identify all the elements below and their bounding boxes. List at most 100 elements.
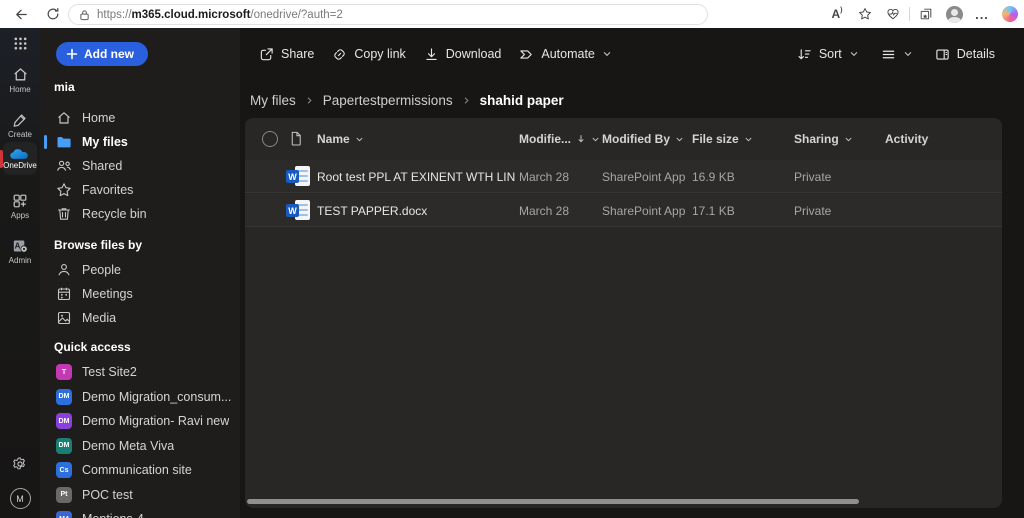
gear-icon [13,457,26,470]
command-bar: Share Copy link Download Automate Sort D… [250,40,1004,68]
rail-settings-button[interactable] [0,456,40,472]
word-logo: W [286,204,299,217]
sidebar-item-label: My files [82,135,128,149]
star-icon [859,8,871,20]
file-row-test-papper[interactable]: W TEST PAPPER.docx March 28 SharePoint A… [245,194,1002,227]
automate-button[interactable]: Automate [510,42,621,67]
home-icon [13,68,27,81]
share-button[interactable]: Share [250,42,323,67]
copilot-button[interactable] [998,3,1022,25]
column-label: Modified By [602,132,670,146]
favorites-star-button[interactable] [853,3,877,25]
details-button[interactable]: Details [926,42,1004,67]
column-header-modified[interactable]: Modifie... [519,118,600,160]
breadcrumb-my-files[interactable]: My files [250,93,296,108]
file-modified: March 28 [519,203,570,218]
rail-item-create[interactable]: Create [0,112,40,139]
site-avatar: DM [56,437,72,454]
active-indicator [44,135,47,149]
download-button[interactable]: Download [415,42,511,67]
browser-settings-more-button[interactable]: ... [970,3,994,25]
rail-item-label: Apps [10,211,30,220]
sort-descending-arrow-icon [576,134,586,144]
rail-account-button[interactable]: M [0,488,40,509]
waffle-menu-button[interactable] [0,36,40,51]
share-label: Share [281,47,315,61]
main-content: Share Copy link Download Automate Sort D… [240,28,1024,518]
column-header-file-size[interactable]: File size [692,118,753,160]
star-icon [57,183,71,197]
quick-access-label: Test Site2 [82,365,137,379]
address-bar[interactable]: https://m365.cloud.microsoft/onedrive/?a… [68,4,708,25]
rail-item-apps[interactable]: Apps [0,193,40,220]
quick-access-item-demo-migration-ravi[interactable]: DM Demo Migration- Ravi new [40,409,240,433]
quick-access-item-demo-migration-consum[interactable]: DM Demo Migration_consum... [40,385,240,409]
account-avatar: M [9,488,31,509]
column-header-sharing[interactable]: Sharing [794,118,853,160]
heart-pulse-icon [887,9,899,20]
file-name: Root test PPL AT EXINENT WTH LINK CAN... [317,169,515,184]
quick-access-item-demo-meta-viva[interactable]: DM Demo Meta Viva [40,434,240,458]
column-header-modified-by[interactable]: Modified By [602,118,684,160]
select-all-checkbox[interactable] [262,131,278,147]
folder-icon [57,137,71,148]
sidebar-item-favorites[interactable]: Favorites [40,178,240,202]
quick-access-item-test-site2[interactable]: T Test Site2 [40,360,240,384]
sidebar-item-shared[interactable]: Shared [40,154,240,178]
person-icon [58,264,70,276]
quick-access-item-mentions-4[interactable]: M4 Mentions-4 [40,507,240,518]
back-arrow-icon [15,9,27,19]
breadcrumb-current-folder[interactable]: shahid paper [480,93,564,108]
file-type-column-icon[interactable] [289,131,303,151]
sidebar-item-meetings[interactable]: Meetings [40,282,240,306]
rail-item-home[interactable]: Home [0,66,40,94]
sidebar-item-my-files[interactable]: My files [40,130,240,154]
rail-item-admin[interactable]: A Admin [0,238,40,265]
browser-refresh-button[interactable] [40,3,66,25]
quick-access-item-poc-test[interactable]: Pt POC test [40,483,240,507]
column-header-name[interactable]: Name [317,118,364,160]
browser-essentials-button[interactable] [881,3,905,25]
add-new-button[interactable]: Add new [56,42,148,66]
browser-back-button[interactable] [8,3,34,25]
account-section-header: mia [54,80,75,94]
sort-button[interactable]: Sort [788,42,868,67]
sort-label: Sort [818,47,842,61]
site-avatar: DM [56,388,72,405]
profile-avatar-icon [945,5,963,23]
admin-icon: A [13,240,28,253]
view-options-button[interactable] [872,42,922,67]
copy-link-button[interactable]: Copy link [323,42,414,67]
quick-access-label: Demo Migration- Ravi new [82,414,230,428]
copilot-icon [1002,6,1018,22]
sidebar: Add new mia Home My files Shared Favorit… [40,28,240,518]
column-label: File size [692,132,739,146]
sidebar-item-label: People [82,263,121,277]
url-host: m365.cloud.microsoft [131,8,251,21]
onedrive-window: https://m365.cloud.microsoft/onedrive/?a… [0,0,1024,518]
automate-icon [520,49,533,59]
word-file-icon: W [286,166,310,187]
command-bar-right: Sort Details [788,42,1004,67]
sidebar-item-label: Recycle bin [82,207,147,221]
horizontal-scrollbar[interactable] [247,499,859,504]
sidebar-item-home[interactable]: Home [40,106,240,130]
sidebar-item-media[interactable]: Media [40,306,240,330]
plus-icon [66,48,78,60]
read-aloud-button[interactable]: A) [825,3,849,25]
rail-item-onedrive-active[interactable]: OneDrive [3,142,37,175]
file-row-root-test[interactable]: W Root test PPL AT EXINENT WTH LINK CAN.… [245,160,1002,193]
home-icon [58,112,70,124]
quick-access-item-communication-site[interactable]: Cs Communication site [40,458,240,482]
refresh-icon [47,7,59,20]
browser-profile-button[interactable] [942,3,966,25]
pen-icon [13,114,26,127]
column-header-activity[interactable]: Activity [885,118,928,160]
sidebar-item-people[interactable]: People [40,258,240,282]
file-sharing-status: Private [794,203,832,218]
copy-link-label: Copy link [354,47,406,61]
favorites-bar-button[interactable] [914,3,938,25]
breadcrumb-papertestpermissions[interactable]: Papertestpermissions [323,93,453,108]
sidebar-item-recycle-bin[interactable]: Recycle bin [40,202,240,226]
rail-item-label: Create [7,130,32,139]
